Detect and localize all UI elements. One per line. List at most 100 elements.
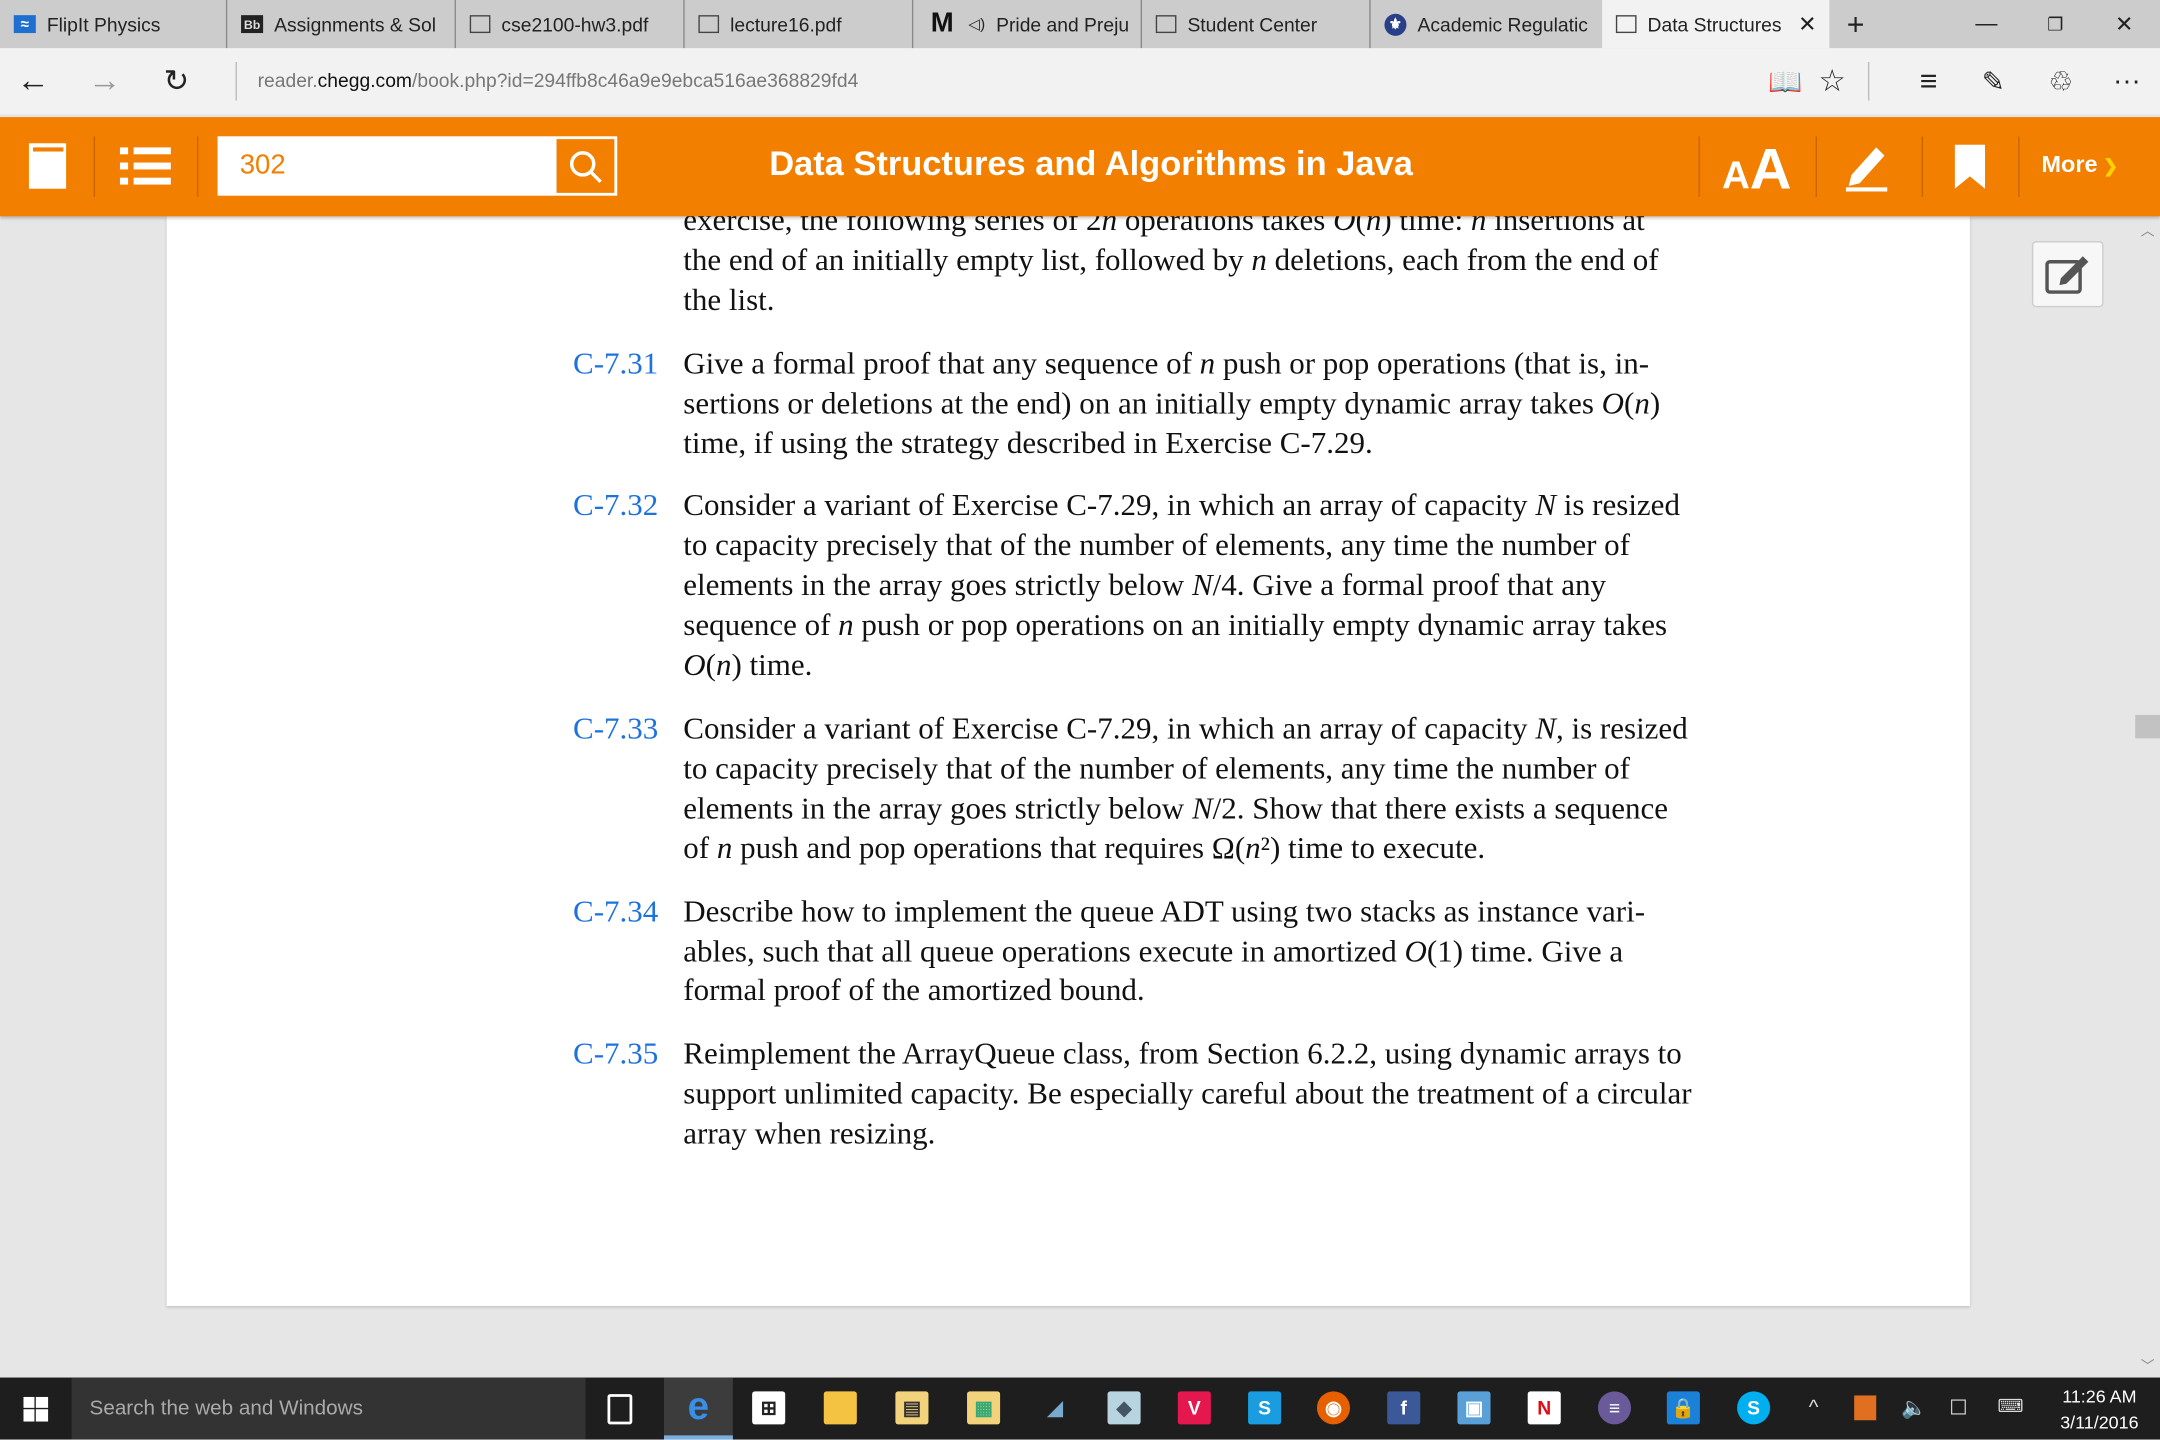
search-icon — [569, 150, 602, 183]
clock[interactable]: 11:26 AM 3/11/2016 — [2047, 1383, 2152, 1435]
exercise-c-7.32: C-7.32 Consider a variant of Exercise C-7… — [0, 487, 2160, 686]
share-icon[interactable]: ♲ — [2039, 59, 2083, 103]
more-actions-icon[interactable]: ··· — [2105, 59, 2149, 103]
tab-flipit-physics[interactable]: ≈ FlipIt Physics — [0, 0, 228, 49]
book-content: exercise, the following series of 2n ope… — [0, 201, 2160, 1178]
file-explorer-icon[interactable] — [823, 1391, 857, 1425]
url-prefix: reader. — [257, 68, 318, 91]
book-icon[interactable] — [28, 142, 69, 192]
start-button[interactable] — [0, 1378, 72, 1440]
clock-date: 3/11/2016 — [2060, 1411, 2139, 1433]
text-line: formal proof of the amortized bound. — [683, 973, 1145, 1008]
address-bar: ← → ↻ reader.chegg.com/book.php?id=294ff… — [0, 48, 2160, 115]
hub-icon[interactable]: ≡ — [1907, 59, 1951, 103]
tray-app-icon[interactable] — [1854, 1395, 1877, 1421]
store-icon[interactable]: ⊞ — [752, 1391, 786, 1425]
divider — [1867, 61, 1870, 101]
tab-lecture16-pdf[interactable]: lecture16.pdf — [685, 0, 914, 49]
tab-data-structures[interactable]: Data Structures ✕ — [1602, 0, 1830, 49]
skype-s-icon[interactable]: S — [1248, 1391, 1282, 1425]
tab-label: cse2100-hw3.pdf — [501, 13, 649, 36]
blackboard-icon: Bb — [241, 15, 264, 34]
web-note-icon[interactable]: ✎ — [1971, 59, 2015, 103]
usb-drive-icon[interactable]: ◢ — [1039, 1391, 1072, 1424]
exercise-c-7.34: C-7.34 Describe how to implement the queu… — [0, 892, 2160, 1011]
exercise-label: C-7.33 — [573, 710, 659, 746]
exercise-label: C-7.32 — [573, 488, 659, 523]
exercise-label: C-7.35 — [573, 1036, 659, 1071]
task-view-icon[interactable] — [607, 1394, 633, 1425]
pictures-folder-icon[interactable]: ▦ — [967, 1391, 1001, 1425]
text-line: Describe how to implement the queue ADT … — [683, 893, 1646, 928]
text-line: elements in the array goes strictly belo… — [683, 790, 1668, 825]
table-of-contents-icon[interactable] — [119, 145, 172, 196]
divider — [1921, 136, 1924, 197]
eclipse-icon[interactable]: ≡ — [1597, 1391, 1632, 1425]
exercise-continued: exercise, the following series of 2n ope… — [0, 201, 2160, 320]
favorite-star-icon[interactable]: ☆ — [1810, 59, 1854, 103]
lock-app-icon[interactable]: 🔒 — [1666, 1391, 1700, 1425]
text-line: sequence of n push or pop operations on … — [683, 607, 1668, 643]
edge-taskbar-button[interactable]: e — [663, 1377, 733, 1440]
font-size-button[interactable]: AA — [1722, 136, 1792, 202]
highlighter-icon[interactable] — [1843, 142, 1890, 198]
forward-arrow-icon[interactable]: → — [83, 59, 127, 103]
reading-view-icon[interactable]: 📖 — [1763, 59, 1807, 103]
windows-icon — [23, 1396, 49, 1421]
notes-button[interactable] — [2031, 241, 2104, 308]
taskbar: Search the web and Windows e ⊞ ▤ ▦ ◢ ◆ V… — [0, 1377, 2160, 1440]
divider — [2018, 136, 2020, 197]
bookmark-icon[interactable] — [1954, 144, 1986, 196]
divider — [93, 136, 96, 197]
text-line: sertions or deletions at the end) on an … — [683, 385, 1661, 420]
tab-hw3-pdf[interactable]: cse2100-hw3.pdf — [456, 0, 685, 49]
chevron-down-icon: ❯ — [2103, 155, 2119, 177]
skype-icon[interactable]: S — [1737, 1391, 1771, 1425]
keyboard-icon[interactable]: ⌨ — [1997, 1395, 2023, 1417]
page-icon — [698, 15, 720, 34]
divider — [1815, 136, 1817, 197]
netflix-icon[interactable]: N — [1527, 1391, 1561, 1425]
control-panel-icon[interactable]: ▣ — [1457, 1391, 1491, 1425]
minimize-button[interactable]: — — [1955, 0, 2018, 48]
show-hidden-icons[interactable]: ^ — [1809, 1395, 1819, 1418]
search-button[interactable] — [556, 139, 615, 193]
exercise-label: C-7.31 — [573, 345, 659, 380]
page-number-input[interactable] — [220, 139, 557, 193]
tab-bar: ≈ FlipIt Physics Bb Assignments & Sol cse2… — [0, 0, 2160, 49]
page-icon — [1615, 15, 1637, 34]
more-menu-button[interactable]: More ❯ — [2042, 152, 2118, 180]
tab-pride-and-prejudice[interactable]: M ◁) Pride and Preju — [913, 0, 1142, 49]
shield-icon: ⚜ — [1384, 13, 1407, 36]
scroll-down-icon[interactable]: ﹀ — [2141, 1354, 2155, 1375]
new-tab-button[interactable]: + — [1824, 0, 1887, 48]
vertical-scrollbar[interactable]: ︿ ﹀ — [2135, 216, 2160, 1378]
close-tab-icon[interactable]: ✕ — [1798, 10, 1816, 38]
scroll-up-icon[interactable]: ︿ — [2141, 219, 2155, 240]
tab-label: Pride and Preju — [996, 13, 1130, 36]
refresh-icon[interactable]: ↻ — [154, 59, 198, 103]
restore-button[interactable]: ❐ — [2024, 0, 2087, 48]
divider — [196, 136, 199, 197]
close-window-button[interactable]: ✕ — [2092, 0, 2155, 48]
page-icon — [1155, 15, 1177, 34]
firefox-icon[interactable]: ◉ — [1316, 1391, 1350, 1425]
documents-folder-icon[interactable]: ▤ — [895, 1391, 929, 1425]
url-field[interactable]: reader.chegg.com/book.php?id=294ffb8c46a… — [258, 69, 859, 91]
back-arrow-icon[interactable]: ← — [11, 59, 55, 103]
text-line: Consider a variant of Exercise C-7.29, i… — [683, 710, 1688, 746]
taskbar-search-box[interactable]: Search the web and Windows — [71, 1377, 586, 1440]
tab-academic-regulations[interactable]: ⚜ Academic Regulatic — [1371, 0, 1602, 48]
text-line: to capacity precisely that of the number… — [683, 528, 1631, 563]
facebook-icon[interactable]: f — [1387, 1391, 1421, 1425]
reader-toolbar: Data Structures and Algorithms in Java A… — [0, 117, 2160, 217]
virtualbox-icon[interactable]: ◆ — [1107, 1391, 1141, 1425]
tab-assignments[interactable]: Bb Assignments & Sol — [227, 0, 456, 49]
scrollbar-thumb[interactable] — [2135, 714, 2160, 739]
action-center-icon[interactable]: ☐ — [1949, 1395, 1968, 1420]
vivaldi-icon[interactable]: V — [1177, 1391, 1211, 1425]
audio-icon[interactable]: ◁) — [968, 15, 985, 34]
tab-student-center[interactable]: Student Center — [1142, 0, 1371, 49]
page-icon — [469, 15, 491, 34]
volume-icon[interactable]: 🔈 — [1901, 1395, 1927, 1420]
